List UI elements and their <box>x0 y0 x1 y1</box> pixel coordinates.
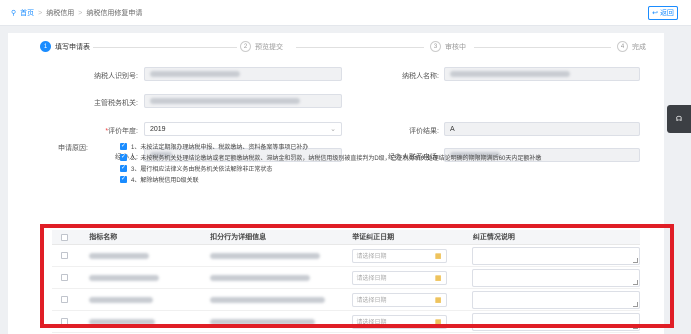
step-label: 预览提交 <box>255 43 283 51</box>
location-icon: ⚲ <box>11 10 17 17</box>
reason-item[interactable]: ✓ 4、解除纳税信用D级关联 <box>120 174 541 185</box>
step-label: 填写申请表 <box>55 43 90 51</box>
breadcrumb-separator: > <box>78 9 83 17</box>
highlight-box <box>40 224 674 328</box>
step-label: 审核中 <box>445 43 466 51</box>
step-connector <box>82 47 237 48</box>
reason-item[interactable]: ✓ 2、未按税务机关处理结论缴纳或者足额缴纳税款、滞纳金和罚款，纳税信用级别被直接… <box>120 152 541 163</box>
top-bar: ⚲ 首页 > 纳税信用 > 纳税信用修复申请 ↩ 返回 <box>0 0 691 26</box>
taxpayer-name-label: 纳税人名称: <box>402 73 439 80</box>
reason-text: 1、未按法定期限办理纳税申报、税款缴纳、资料备案等事项已补办 <box>131 145 309 151</box>
step-3: 3 审核中 <box>427 41 469 52</box>
reason-text: 3、履行相应法律义务由税务机关依法解除非正常状态 <box>131 167 273 173</box>
taxpayer-id-field <box>144 67 342 81</box>
breadcrumb: ⚲ 首页 > 纳税信用 > 纳税信用修复申请 <box>11 8 142 18</box>
check-icon[interactable]: ✓ <box>120 154 127 161</box>
eval-result-value: A <box>450 125 455 133</box>
eval-year-value: 2019 <box>150 125 166 133</box>
step-connector <box>474 47 611 48</box>
step-number: 3 <box>430 41 441 52</box>
check-icon[interactable]: ✓ <box>120 165 127 172</box>
eval-year-label: *评价年度: <box>96 126 138 136</box>
back-button[interactable]: ↩ 返回 <box>648 6 678 20</box>
step-2: 2 预览提交 <box>237 41 286 52</box>
breadcrumb-home[interactable]: 首页 <box>20 8 34 18</box>
reason-item[interactable]: ✓ 3、履行相应法律义务由税务机关依法解除非正常状态 <box>120 163 541 174</box>
reasons-label: 申请原因: <box>58 145 88 152</box>
breadcrumb-level1[interactable]: 纳税信用 <box>46 8 74 18</box>
reason-text: 4、解除纳税信用D级关联 <box>131 178 199 184</box>
reason-item[interactable]: ✓ 1、未按法定期限办理纳税申报、税款缴纳、资料备案等事项已补办 <box>120 141 541 152</box>
step-connector <box>296 47 424 48</box>
taxpayer-id-label: 纳税人识别号: <box>94 73 138 80</box>
tax-authority-field <box>144 94 342 108</box>
check-icon[interactable]: ✓ <box>120 176 127 183</box>
eval-year-select[interactable]: 2019 ⌄ <box>144 122 342 136</box>
step-label: 完成 <box>632 43 646 51</box>
eval-year-label-text: 评价年度: <box>108 128 138 135</box>
check-icon[interactable]: ✓ <box>120 143 127 150</box>
back-button-label: 返回 <box>659 10 674 17</box>
back-icon: ↩ <box>652 10 658 17</box>
chevron-down-icon: ⌄ <box>330 126 336 133</box>
eval-result-field: A <box>444 122 640 136</box>
breadcrumb-separator: > <box>38 9 43 17</box>
support-button[interactable]: ☊ <box>667 105 691 133</box>
reasons-list: ✓ 1、未按法定期限办理纳税申报、税款缴纳、资料备案等事项已补办 ✓ 2、未按税务机… <box>120 141 541 185</box>
step-number: 2 <box>240 41 251 52</box>
headset-icon: ☊ <box>675 116 683 123</box>
eval-result-label: 评价结果: <box>409 128 439 135</box>
step-number: 1 <box>40 41 51 52</box>
reason-text: 2、未按税务机关处理结论缴纳或者足额缴纳税款、滞纳金和罚款，纳税信用级别被直接判… <box>131 156 542 162</box>
step-4: 4 完成 <box>614 41 649 52</box>
tax-authority-label: 主管税务机关: <box>94 100 138 107</box>
step-bar: 1 填写申请表 2 预览提交 3 审核中 4 完成 <box>8 38 664 56</box>
taxpayer-name-field <box>444 67 640 81</box>
breadcrumb-level2: 纳税信用修复申请 <box>86 10 143 17</box>
step-number: 4 <box>617 41 628 52</box>
step-1: 1 填写申请表 <box>37 41 93 52</box>
